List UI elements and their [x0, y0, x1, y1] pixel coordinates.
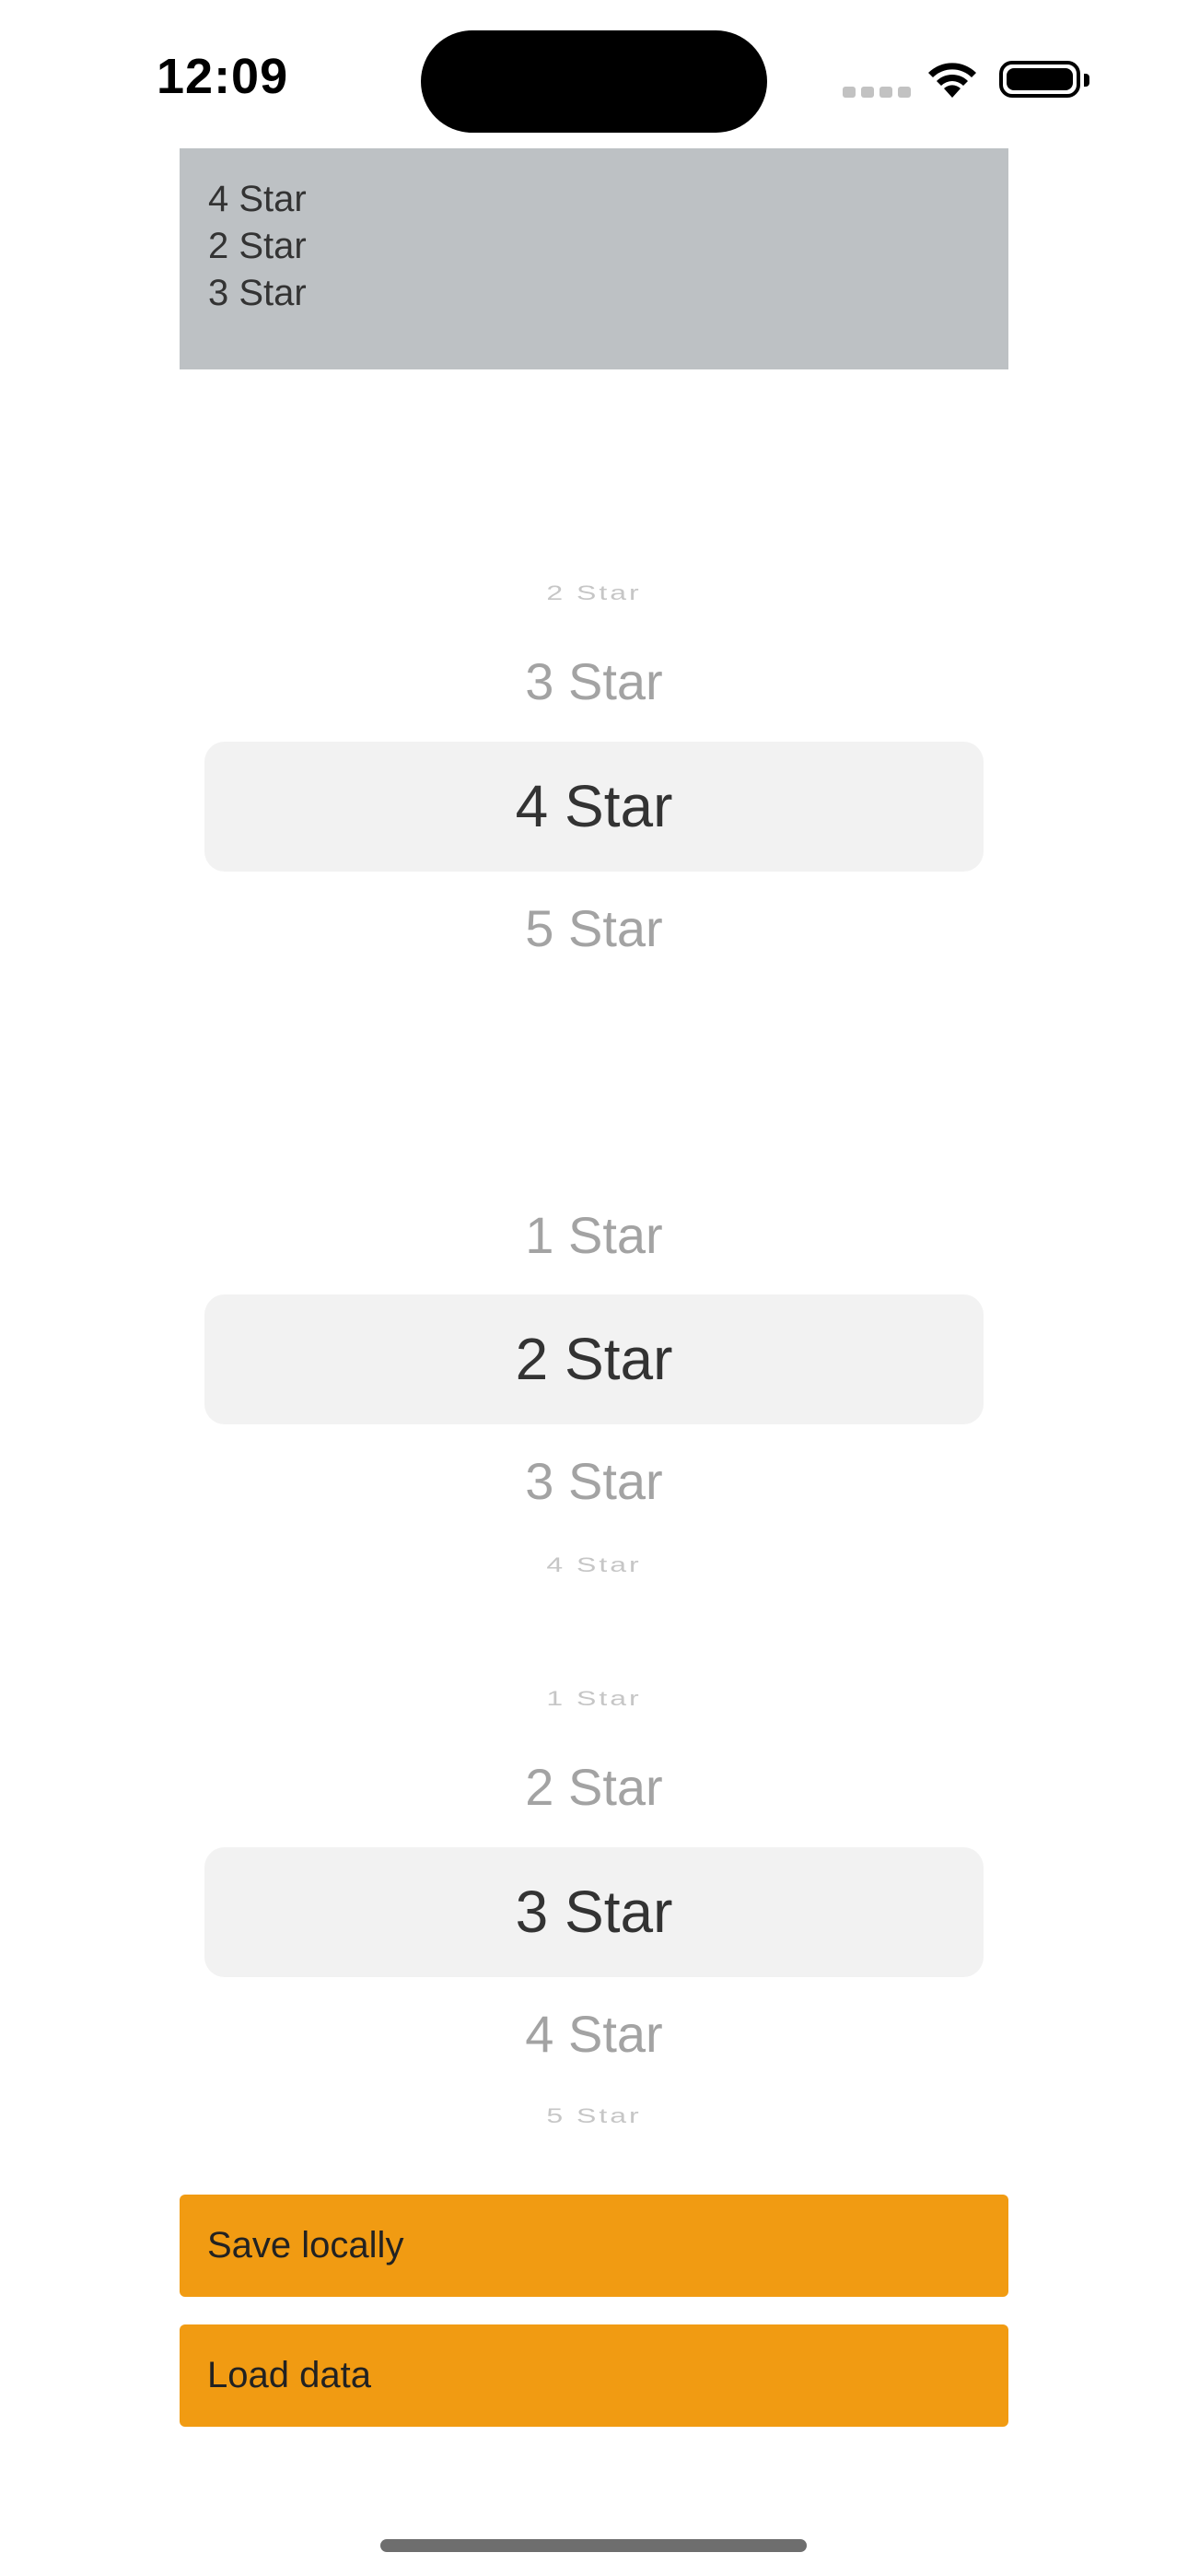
picker-row[interactable]: 4 Star — [204, 2004, 984, 2064]
rating-picker-3[interactable]: 1 Star 2 Star 3 Star 4 Star 5 Star — [204, 1658, 984, 2156]
selection-summary: 4 Star 2 Star 3 Star — [180, 148, 1008, 369]
picker-row[interactable]: 1 Star — [204, 1687, 984, 1711]
picker-row-selected[interactable]: 3 Star — [204, 1878, 984, 1946]
summary-line: 3 Star — [208, 273, 307, 313]
picker-row-selected[interactable]: 4 Star — [204, 772, 984, 840]
status-time: 12:09 — [157, 49, 289, 104]
picker-row[interactable]: 2 Star — [204, 1757, 984, 1817]
wifi-icon — [928, 63, 976, 98]
picker-row[interactable]: 5 Star — [204, 2104, 984, 2128]
dynamic-island — [421, 30, 767, 133]
picker-row[interactable]: 2 Star — [204, 581, 984, 605]
picker-row[interactable]: 3 Star — [204, 651, 984, 711]
load-data-button[interactable]: Load data — [180, 2324, 1008, 2427]
picker-row[interactable]: 1 Star — [204, 1205, 984, 1265]
cellular-signal-icon — [843, 87, 911, 98]
rating-picker-2[interactable]: 1 Star 2 Star 3 Star 4 Star — [204, 1188, 984, 1612]
status-bar: 12:09 — [0, 0, 1188, 147]
picker-row[interactable]: 4 Star — [204, 1553, 984, 1577]
summary-line: 2 Star — [208, 226, 307, 266]
picker-row[interactable]: 5 Star — [204, 898, 984, 958]
picker-row-selected[interactable]: 2 Star — [204, 1325, 984, 1393]
save-locally-button[interactable]: Save locally — [180, 2195, 1008, 2297]
home-indicator[interactable] — [380, 2539, 807, 2552]
rating-picker-1[interactable]: 2 Star 3 Star 4 Star 5 Star — [204, 553, 984, 977]
picker-row[interactable]: 3 Star — [204, 1451, 984, 1511]
battery-icon — [999, 61, 1089, 98]
summary-line: 4 Star — [208, 179, 307, 219]
